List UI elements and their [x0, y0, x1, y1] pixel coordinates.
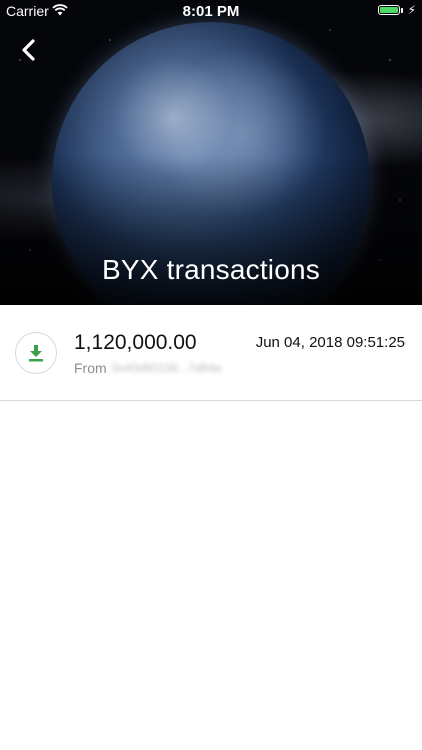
- page-title: BYX transactions: [102, 254, 320, 285]
- charging-bolt-icon: ⚡: [407, 3, 416, 17]
- status-bar: Carrier 8:01 PM ⚡: [0, 0, 422, 22]
- clock: 8:01 PM: [182, 3, 240, 20]
- header-banner: Carrier 8:01 PM ⚡ BYX transactions: [0, 0, 422, 305]
- transaction-row[interactable]: 1,120,000.00 Jun 04, 2018 09:51:25 From …: [0, 305, 422, 401]
- download-icon: [15, 332, 57, 374]
- transaction-date: Jun 04, 2018 09:51:25: [255, 334, 405, 351]
- from-label: From: [74, 360, 107, 376]
- chevron-left-icon[interactable]: [16, 36, 44, 64]
- transaction-amount: 1,120,000.00: [74, 331, 197, 354]
- battery-cap: [401, 8, 403, 13]
- sender-address: 0x40d60106...7d84a: [112, 361, 222, 375]
- battery-icon: [378, 5, 400, 15]
